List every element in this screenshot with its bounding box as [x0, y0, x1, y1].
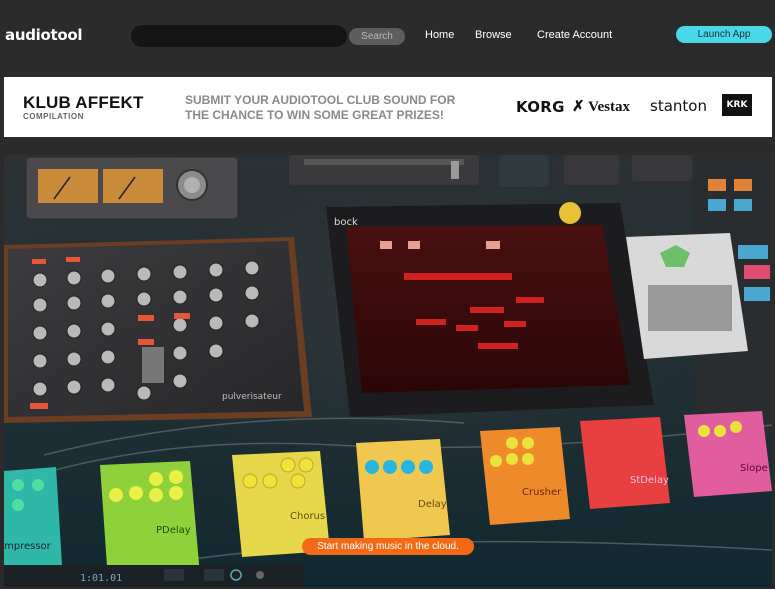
vestax-mark-icon: ✗: [572, 99, 589, 115]
vestax-logo: ✗ Vestax: [572, 97, 630, 116]
pdelay-pedal: PDelay: [100, 461, 200, 581]
banner-text: SUBMIT YOUR AUDIOTOOL CLUB SOUND FOR THE…: [185, 93, 485, 123]
promo-banner[interactable]: KLUB AFFEKT COMPILATION SUBMIT YOUR AUDI…: [4, 77, 772, 137]
audiotool-logo[interactable]: audiotool: [5, 26, 83, 44]
nav-home-link[interactable]: Home: [425, 29, 454, 41]
stdelay-pedal: StDelay: [580, 417, 670, 509]
krk-logo: KRK: [722, 94, 752, 116]
top-navigation-bar: audiotool Search Home Browse Create Acco…: [0, 0, 775, 72]
korg-logo: KORG: [516, 98, 565, 116]
nav-browse-link[interactable]: Browse: [475, 29, 512, 41]
white-synth-unit: [626, 233, 748, 359]
sequencer-label: bock: [334, 217, 358, 228]
search-button[interactable]: Search: [349, 28, 405, 45]
mixer-label: pulverisateur: [222, 392, 282, 402]
slope-pedal: Slope: [684, 411, 772, 497]
banner-subtitle: COMPILATION: [23, 112, 84, 121]
pedal1-label: mpressor: [4, 541, 52, 552]
crusher-pedal: Crusher: [480, 427, 570, 525]
pedal3-label: Chorus: [290, 511, 325, 522]
search-input[interactable]: [131, 25, 347, 47]
banner-title: KLUB AFFEKT: [23, 93, 144, 112]
start-making-music-button[interactable]: Start making music in the cloud.: [302, 538, 474, 555]
banner-text-line-1: SUBMIT YOUR AUDIOTOOL CLUB SOUND FOR: [185, 93, 456, 107]
pulverisateur-mixer: pulverisateur: [4, 237, 312, 423]
delay-pedal: Delay: [356, 439, 450, 541]
compressor-pedal: mpressor: [4, 467, 62, 569]
nav-create-account-link[interactable]: Create Account: [537, 29, 612, 41]
bock-sequencer: bock: [326, 202, 654, 417]
stanton-logo: stanton: [650, 97, 707, 115]
pedal5-label: Crusher: [522, 487, 562, 498]
banner-text-line-2: THE CHANCE TO WIN SOME GREAT PRIZES!: [185, 108, 444, 122]
vu-meter-unit: [25, 156, 239, 220]
hero-studio-image: pulverisateur bock mpressor PDelay Choru…: [4, 155, 772, 587]
pedal6-label: StDelay: [630, 475, 669, 486]
studio-illustration: pulverisateur bock mpressor PDelay Choru…: [4, 155, 772, 587]
pedal4-label: Delay: [418, 499, 447, 510]
vestax-logo-text: Vestax: [588, 99, 631, 115]
transport-bar: 1:01.01: [4, 565, 304, 587]
launch-app-button[interactable]: Launch App: [676, 26, 772, 43]
pedal2-label: PDelay: [156, 525, 191, 536]
timecode-display: 1:01.01: [80, 573, 122, 584]
pedal7-label: Slope: [740, 463, 768, 474]
